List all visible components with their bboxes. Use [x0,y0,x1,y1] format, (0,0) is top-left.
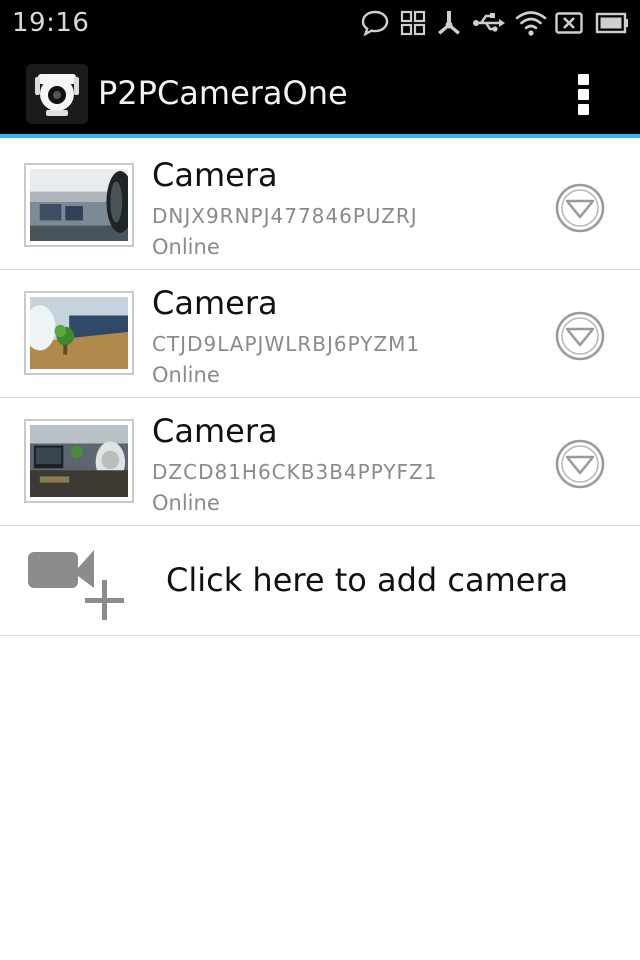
chevron-down-circle-icon[interactable] [554,310,606,362]
office-snapshot-3 [30,425,128,497]
app-bar-accent-line [0,134,640,138]
chevron-down-circle-icon[interactable] [554,182,606,234]
wifi-icon [515,11,547,36]
no-sim-icon [555,12,583,34]
camera-robot-logo-icon[interactable] [26,64,88,124]
add-camera-button[interactable]: Click here to add camera [0,526,640,636]
overflow-menu-icon[interactable] [566,64,602,124]
camera-thumbnail [24,163,134,247]
grid-icon [400,10,426,36]
camera-list: Camera DNJX9RNPJ477846PUZRJ Online Camer… [0,142,640,636]
camera-status: Online [152,235,220,259]
status-bar: 19:16 [0,0,640,46]
camera-name: Camera [152,156,278,194]
camera-uid: CTJD9LAPJWLRBJ6PYZM1 [152,332,421,356]
camera-list-item[interactable]: Camera CTJD9LAPJWLRBJ6PYZM1 Online [0,270,640,398]
camera-status: Online [152,491,220,515]
usb-icon [473,13,505,32]
status-time: 19:16 [12,8,90,38]
camera-uid: DNJX9RNPJ477846PUZRJ [152,204,418,228]
add-camera-label: Click here to add camera [166,561,569,599]
camera-uid: DZCD81H6CKB3B4PPYFZ1 [152,460,438,484]
usb-debug-icon [438,11,460,35]
camera-list-item[interactable]: Camera DZCD81H6CKB3B4PPYFZ1 Online [0,398,640,526]
app-bar: P2PCameraOne [0,46,640,138]
battery-icon [595,12,628,34]
camera-name: Camera [152,412,278,450]
camera-thumbnail [24,419,134,503]
camera-status: Online [152,363,220,387]
camera-thumbnail [24,291,134,375]
office-snapshot-2 [30,297,128,369]
chevron-down-circle-icon[interactable] [554,438,606,490]
chat-bubble-icon [361,10,389,37]
video-camera-add-icon [28,550,124,620]
camera-name: Camera [152,284,278,322]
office-snapshot-1 [30,169,128,241]
camera-list-item[interactable]: Camera DNJX9RNPJ477846PUZRJ Online [0,142,640,270]
app-title: P2PCameraOne [98,74,348,112]
